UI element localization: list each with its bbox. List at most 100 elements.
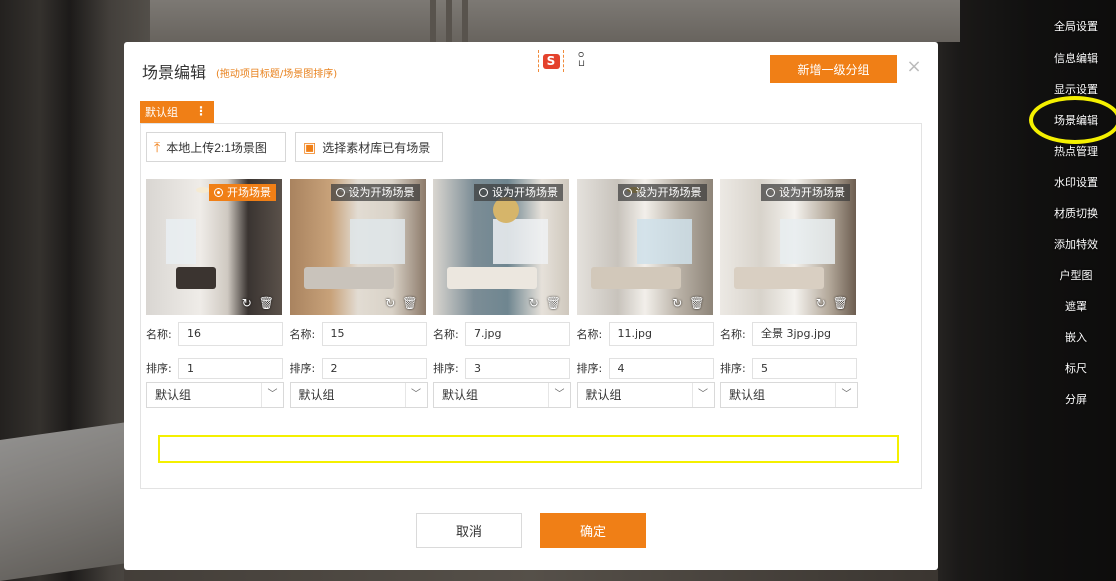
name-label: 名称: bbox=[720, 328, 746, 341]
sidebar-item-material-switch[interactable]: 材质切换 bbox=[1040, 205, 1112, 223]
scene-group-select[interactable]: 默认组 ﹀ bbox=[289, 382, 428, 408]
scene-badge-label: 设为开场场景 bbox=[348, 186, 415, 199]
sidebar-item-mask[interactable]: 遮罩 bbox=[1040, 298, 1112, 316]
group-tab-label: 默认组 bbox=[145, 106, 178, 119]
replace-icon[interactable]: ↻ bbox=[385, 296, 395, 310]
name-label: 名称: bbox=[289, 328, 316, 341]
scene-name-input[interactable]: 7.jpg bbox=[465, 322, 570, 346]
scene-sort-input[interactable]: 3 bbox=[465, 357, 570, 379]
scene-group-select[interactable]: 默认组 ﹀ bbox=[146, 382, 284, 408]
sidebar-item-embed[interactable]: 嵌入 bbox=[1040, 329, 1112, 347]
scene-badge-label: 开场场景 bbox=[227, 186, 271, 199]
scene-name-field: 名称: 15 bbox=[290, 322, 430, 346]
scene-badge-label: 设为开场场景 bbox=[635, 186, 702, 199]
scene-group-select[interactable]: 默认组 ﹀ bbox=[576, 382, 715, 408]
scene-thumbnail-window bbox=[493, 219, 548, 264]
set-opening-scene-toggle[interactable]: 设为开场场景 bbox=[474, 184, 563, 201]
scene-name-input[interactable]: 全景 3jpg.jpg bbox=[752, 322, 857, 346]
chevron-down-icon[interactable]: ﹀ bbox=[404, 383, 427, 407]
trash-icon[interactable]: 🗑 bbox=[689, 296, 704, 310]
scene-sort-input[interactable]: 4 bbox=[608, 357, 714, 379]
replace-icon[interactable]: ↻ bbox=[816, 296, 826, 310]
scene-thumbnail[interactable]: 设为开场场景 ↻ 🗑 bbox=[720, 179, 856, 315]
sidebar-item-ruler[interactable]: 标尺 bbox=[1040, 360, 1112, 378]
scene-sort-input[interactable]: 2 bbox=[321, 357, 427, 379]
sidebar-item-split-screen[interactable]: 分屏 bbox=[1040, 391, 1112, 409]
modal-title: 场景编辑 bbox=[142, 63, 207, 82]
trash-icon[interactable]: 🗑 bbox=[402, 296, 417, 310]
scene-group-select[interactable]: 默认组 ﹀ bbox=[433, 382, 571, 408]
set-opening-scene-toggle[interactable]: 设为开场场景 bbox=[330, 184, 420, 201]
scene-card[interactable]: 开场场景 ↻ 🗑 名称: 16 排序: 1 默认组 ﹀ bbox=[146, 179, 284, 408]
cancel-button[interactable]: 取消 bbox=[416, 513, 522, 548]
sidebar-item-add-effects[interactable]: 添加特效 bbox=[1040, 236, 1112, 254]
scene-sort-field: 排序: 3 bbox=[433, 356, 573, 380]
trash-icon[interactable]: 🗑 bbox=[546, 296, 561, 310]
scene-group-value: 默认组 bbox=[729, 388, 766, 402]
scene-thumbnail-actions: ↻ 🗑 bbox=[242, 296, 274, 310]
scene-card[interactable]: 设为开场场景 ↻ 🗑 名称: 15 排序: 2 默认组 ﹀ bbox=[289, 179, 428, 408]
scene-group-value: 默认组 bbox=[155, 388, 192, 402]
sidebar-item-floor-plan[interactable]: 户型图 bbox=[1040, 267, 1112, 285]
group-tab-default[interactable]: 默认组 ⋮ bbox=[140, 101, 214, 123]
name-label: 名称: bbox=[146, 328, 172, 341]
scene-sort-input[interactable]: 5 bbox=[752, 357, 857, 379]
scene-card[interactable]: 设为开场场景 ↻ 🗑 名称: 7.jpg 排序: 3 默认组 ﹀ bbox=[433, 179, 571, 408]
sort-label: 排序: bbox=[433, 362, 459, 375]
scene-thumbnail-sofa bbox=[303, 267, 394, 289]
set-opening-scene-toggle[interactable]: 设为开场场景 bbox=[617, 184, 707, 201]
set-opening-scene-toggle[interactable]: 设为开场场景 bbox=[761, 184, 850, 201]
radio-icon bbox=[479, 188, 488, 197]
scene-group-value: 默认组 bbox=[442, 388, 479, 402]
chevron-down-icon[interactable]: ﹀ bbox=[691, 383, 714, 407]
chevron-down-icon[interactable]: ﹀ bbox=[261, 383, 283, 407]
scene-name-input[interactable]: 16 bbox=[178, 322, 283, 346]
scene-thumbnail[interactable]: 设为开场场景 ↻ 🗑 bbox=[576, 179, 713, 315]
more-options-icon[interactable]: ⋮ bbox=[195, 104, 207, 118]
scene-thumbnail-sofa bbox=[447, 267, 537, 289]
sidebar-item-watermark-settings[interactable]: 水印设置 bbox=[1040, 174, 1112, 192]
sort-label: 排序: bbox=[576, 362, 603, 375]
scene-thumbnail-sofa bbox=[734, 267, 824, 289]
add-group-button[interactable]: 新增一级分组 bbox=[770, 55, 897, 83]
scene-sort-field: 排序: 5 bbox=[720, 356, 860, 380]
sidebar-item-global-settings[interactable]: 全局设置 bbox=[1040, 18, 1112, 36]
set-opening-scene-toggle[interactable]: 开场场景 bbox=[209, 184, 276, 201]
scene-group-panel: ⤒ 本地上传2:1场景图 ▣ 选择素材库已有场景 开场场景 ↻ 🗑 名称: 16… bbox=[140, 123, 922, 489]
trash-icon[interactable]: 🗑 bbox=[833, 296, 848, 310]
chevron-down-icon[interactable]: ﹀ bbox=[548, 383, 570, 407]
confirm-button[interactable]: 确定 bbox=[540, 513, 646, 548]
scene-thumbnail-window bbox=[780, 219, 835, 264]
upload-icon: ⤒ bbox=[154, 138, 161, 155]
scene-name-input[interactable]: 11.jpg bbox=[608, 322, 714, 346]
scene-thumbnail[interactable]: 设为开场场景 ↻ 🗑 bbox=[289, 179, 426, 315]
close-icon[interactable]: × bbox=[905, 58, 923, 76]
scene-group-select[interactable]: 默认组 ﹀ bbox=[720, 382, 858, 408]
replace-icon[interactable]: ↻ bbox=[529, 296, 539, 310]
replace-icon[interactable]: ↻ bbox=[672, 296, 682, 310]
scene-thumbnail[interactable]: 设为开场场景 ↻ 🗑 bbox=[433, 179, 569, 315]
scene-edit-modal: 场景编辑 (拖动项目标题/场景图排序) S ᴑ ⊔ 新增一级分组 × 默认组 ⋮ … bbox=[124, 42, 938, 570]
library-label: 选择素材库已有场景 bbox=[322, 140, 431, 155]
scene-thumbnail-window bbox=[636, 219, 692, 264]
scene-sort-field: 排序: 2 bbox=[290, 356, 430, 380]
scene-badge-label: 设为开场场景 bbox=[779, 186, 845, 199]
sidebar-item-info-edit[interactable]: 信息编辑 bbox=[1040, 50, 1112, 68]
scene-card[interactable]: 设为开场场景 ↻ 🗑 名称: 全景 3jpg.jpg 排序: 5 默认组 ﹀ bbox=[720, 179, 858, 408]
sidebar-item-hotspot-manage[interactable]: 热点管理 bbox=[1040, 143, 1112, 161]
sort-label: 排序: bbox=[146, 362, 172, 375]
input-method-s-icon: S bbox=[542, 53, 560, 69]
scene-sort-input[interactable]: 1 bbox=[178, 357, 283, 379]
scene-name-input[interactable]: 15 bbox=[321, 322, 427, 346]
chevron-down-icon[interactable]: ﹀ bbox=[835, 383, 857, 407]
upload-local-scene-button[interactable]: ⤒ 本地上传2:1场景图 bbox=[146, 132, 286, 162]
trash-icon[interactable]: 🗑 bbox=[259, 296, 274, 310]
scene-edit-highlight-ellipse bbox=[1029, 96, 1116, 144]
scene-thumbnail-actions: ↻ 🗑 bbox=[529, 296, 561, 310]
input-method-toolbar-icon: ᴑ ⊔ bbox=[578, 50, 586, 69]
replace-icon[interactable]: ↻ bbox=[242, 296, 252, 310]
select-library-scene-button[interactable]: ▣ 选择素材库已有场景 bbox=[295, 132, 443, 162]
scene-card[interactable]: 设为开场场景 ↻ 🗑 名称: 11.jpg 排序: 4 默认组 ﹀ bbox=[576, 179, 715, 408]
sort-row-highlight bbox=[158, 435, 899, 463]
scene-thumbnail[interactable]: 开场场景 ↻ 🗑 bbox=[146, 179, 282, 315]
